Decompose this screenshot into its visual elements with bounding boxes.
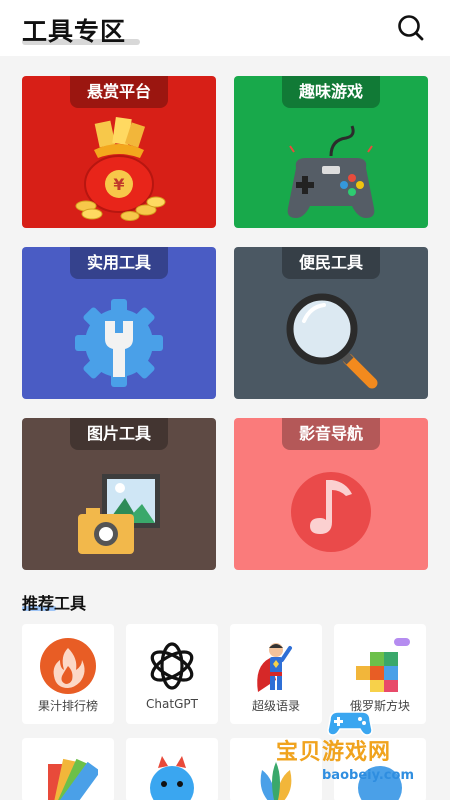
watermark: 宝贝游戏网 baobeiy.com <box>268 706 448 798</box>
tile-label: 实用工具 <box>70 247 168 279</box>
search-icon[interactable] <box>396 13 426 43</box>
flame-badge-icon <box>40 638 96 694</box>
magnifier-icon <box>286 293 378 389</box>
tool-card-row2-2[interactable] <box>126 738 218 800</box>
money-bag-icon: ¥ <box>75 117 166 221</box>
tool-card-chatgpt[interactable]: ChatGPT <box>126 624 218 724</box>
tile-label: 图片工具 <box>70 418 168 450</box>
watermark-url: baobeiy.com <box>322 768 414 783</box>
openai-logo-icon <box>150 642 194 690</box>
page-title: 工具专区 <box>22 17 127 46</box>
tile-reward-platform[interactable]: 悬赏平台 ¥ <box>22 76 216 228</box>
tile-practical-tools[interactable]: 实用工具 <box>22 247 216 399</box>
tile-convenience-tools[interactable]: 便民工具 <box>234 247 428 399</box>
tile-media-navigation[interactable]: 影音导航 <box>234 418 428 570</box>
color-cards-icon <box>48 758 98 800</box>
superhero-icon <box>257 643 292 692</box>
tile-label: 影音导航 <box>282 418 380 450</box>
blue-monster-icon <box>150 756 194 800</box>
music-note-icon <box>291 472 371 552</box>
watermark-text: 宝贝游戏网 <box>276 740 392 765</box>
tool-label: ChatGPT <box>146 697 198 711</box>
tool-label: 果汁排行榜 <box>37 699 98 713</box>
gamepad-icon <box>287 125 375 218</box>
section-title: 推荐工具 <box>22 594 87 613</box>
top-bar: 工具专区 <box>0 0 450 56</box>
tetris-blocks-icon <box>356 638 410 692</box>
tile-label: 悬赏平台 <box>70 76 168 108</box>
wrench-gear-icon <box>75 299 163 387</box>
photo-camera-icon <box>78 474 160 554</box>
tile-label: 趣味游戏 <box>282 76 380 108</box>
tile-image-tools[interactable]: 图片工具 <box>22 418 216 570</box>
tile-fun-games[interactable]: 趣味游戏 <box>234 76 428 228</box>
gamepad-logo-icon <box>327 711 373 736</box>
tool-card-row2-1[interactable] <box>22 738 114 800</box>
vip-badge: VIP <box>396 627 410 635</box>
tool-card-juice-ranking[interactable]: 果汁排行榜 <box>22 624 114 724</box>
tile-label: 便民工具 <box>282 247 380 279</box>
svg-text:¥: ¥ <box>113 175 124 194</box>
